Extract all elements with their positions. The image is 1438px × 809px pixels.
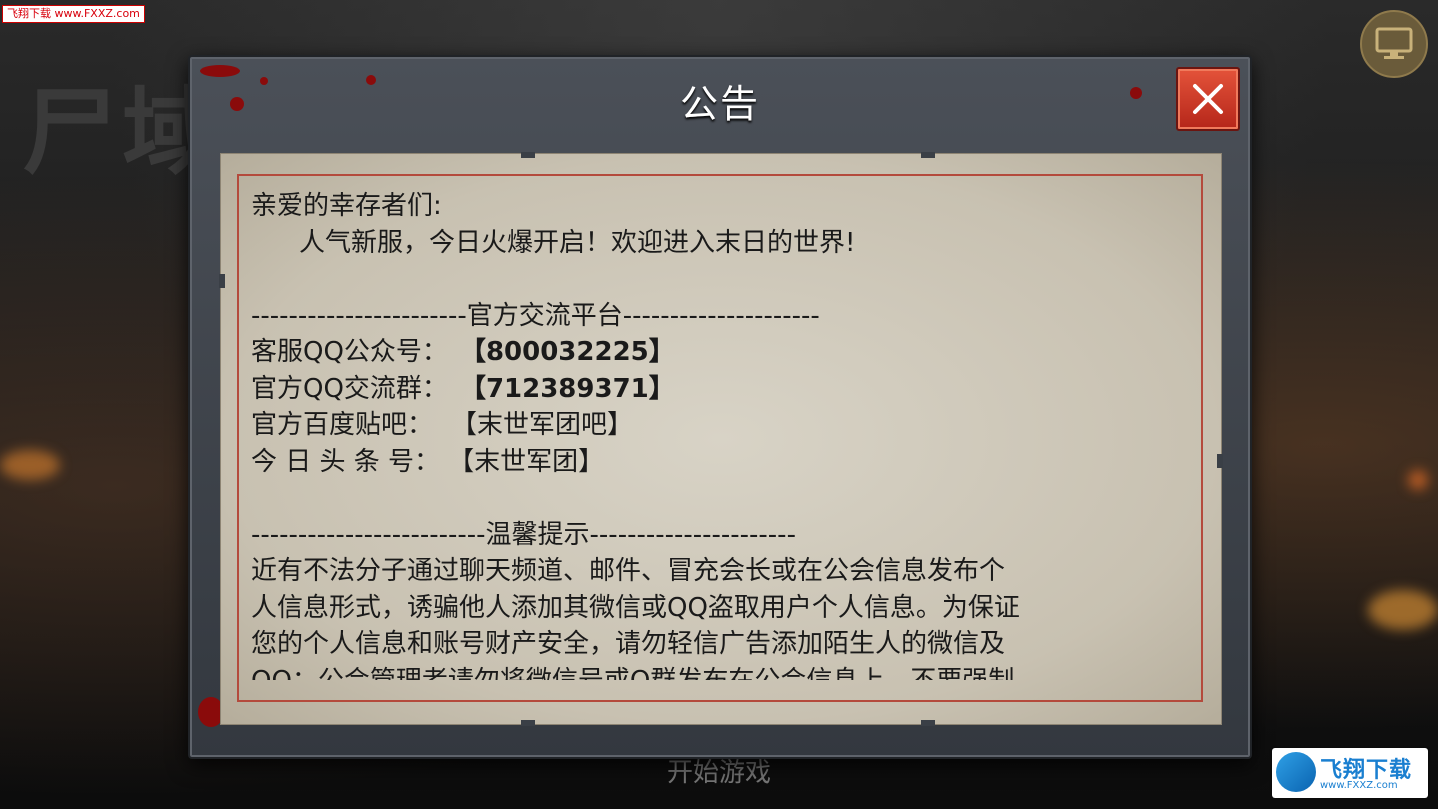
tip-line: 近有不法分子通过聊天频道、邮件、冒充会长或在公会信息发布个 [251,556,1006,586]
contact-value: 【末世军团】 [448,446,605,477]
paper-tear [921,720,935,726]
monitor-icon [1375,27,1413,59]
greeting-text: 亲爱的幸存者们: [251,191,442,221]
contact-label: 今 日 头 条 号： [251,446,441,477]
announcement-content[interactable]: 亲爱的幸存者们: 人气新服，今日火爆开启！欢迎进入末日的世界! --------… [251,188,1197,680]
watermark-top: 飞翔下载 www.FXXZ.com [2,5,145,23]
watermark-logo-icon [1276,752,1316,792]
paper-tear [521,720,535,726]
contact-row: 客服QQ公众号： 【800032225】 [251,334,1197,371]
close-button[interactable] [1176,67,1240,131]
announcement-dialog: 公告 亲爱的幸存者们: 人气新服，今日火爆开启！欢迎进入末日的世界! -----… [188,55,1252,759]
dialog-title: 公告 [679,82,760,126]
tip-line: QQ；公会管理者请勿将微信号或Q群发布在公会信息上，不要强制 [251,663,1197,681]
fire-glow-right-small [1408,470,1428,490]
contact-row: 官方QQ交流群： 【712389371】 [251,371,1197,408]
fire-glow-right [1368,590,1438,630]
contact-row: 今 日 头 条 号： 【末世军团】 [251,444,1197,481]
contact-value: 【712389371】 [459,373,675,404]
watermark-bottom-right: 飞翔下载 www.FXXZ.com [1272,748,1428,798]
section-header-tips: -------------------------温馨提示-----------… [251,519,796,550]
contact-label: 官方QQ交流群： [251,373,448,404]
tip-line: 您的个人信息和账号财产安全，请勿轻信广告添加陌生人的微信及 [251,629,1006,659]
contact-value: 【800032225】 [459,337,675,367]
fire-glow-left [0,450,60,480]
section-header-official: -----------------------官方交流平台-----------… [251,300,820,331]
intro-text: 人气新服，今日火爆开启！欢迎进入末日的世界! [299,227,856,258]
watermark-url: www.FXXZ.com [1320,780,1398,791]
paper-tear [1217,454,1223,468]
contact-label: 官方百度贴吧： [251,410,434,440]
contact-row: 官方百度贴吧： 【末世军团吧】 [251,407,1197,444]
paper-tear [219,274,225,288]
monitor-button[interactable] [1360,10,1428,78]
close-icon [1193,84,1223,114]
paper-tear [921,152,935,158]
contact-value: 【末世军团吧】 [451,410,634,440]
contact-label: 客服QQ公众号： [251,337,448,367]
paper-tear [521,152,535,158]
tip-line: 人信息形式，诱骗他人添加其微信或QQ盗取用户个人信息。为保证 [251,592,1020,623]
announcement-paper: 亲爱的幸存者们: 人气新服，今日火爆开启！欢迎进入末日的世界! --------… [219,152,1223,726]
